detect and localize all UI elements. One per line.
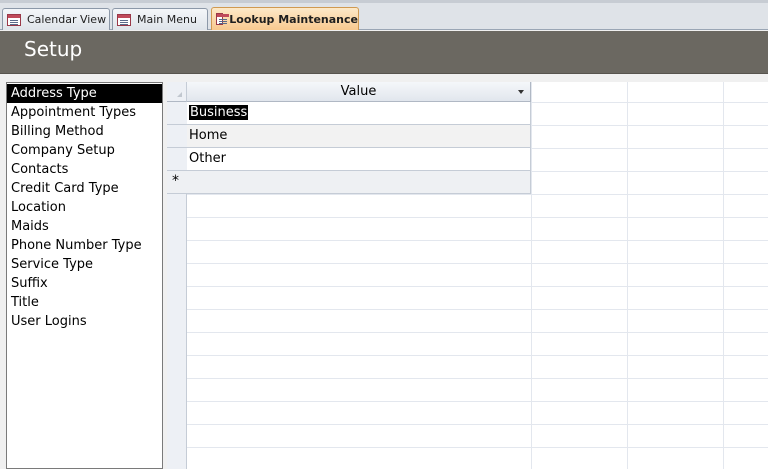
lookup-item-contacts[interactable]: Contacts [7,160,162,179]
grid-line [167,240,768,241]
value-cell[interactable]: Other [189,151,226,166]
lookup-item-user-logins[interactable]: User Logins [7,312,162,331]
grid-line [167,309,768,310]
tab-main-menu[interactable]: Main Menu [112,8,208,30]
select-all-corner[interactable] [167,82,187,102]
table-row[interactable]: Other [187,148,531,171]
lookup-item-maids[interactable]: Maids [7,217,162,236]
lookup-item-suffix[interactable]: Suffix [7,274,162,293]
grid-line [167,401,768,402]
page-title: Setup [24,37,83,61]
lookup-item-phone-number-type[interactable]: Phone Number Type [7,236,162,255]
tab-calendar-view[interactable]: Calendar View [2,8,110,30]
datasheet-grid[interactable]: Value Business Home Other * [167,82,768,469]
form-icon [216,13,230,25]
table-row[interactable]: Business [187,102,531,125]
grid-line [167,263,768,264]
lookup-item-service-type[interactable]: Service Type [7,255,162,274]
lookup-item-appointment-types[interactable]: Appointment Types [7,103,162,122]
grid-line [167,447,768,448]
lookup-item-title[interactable]: Title [7,293,162,312]
grid-line [167,332,768,333]
column-header-label: Value [340,84,377,99]
lookup-item-location[interactable]: Location [7,198,162,217]
form-icon [7,13,21,26]
record-selector[interactable] [167,102,187,125]
grid-line [167,355,768,356]
grid-line [167,378,768,379]
value-cell[interactable]: Business [189,105,249,120]
grid-line [167,424,768,425]
tab-label: Calendar View [27,13,107,26]
grid-line [723,82,724,469]
dropdown-arrow-icon[interactable] [518,90,524,94]
record-selector[interactable] [167,148,187,171]
value-cell[interactable]: Home [189,128,227,143]
form-header: Setup [0,31,768,74]
tab-label: Lookup Maintenance [229,12,358,26]
lookup-item-billing-method[interactable]: Billing Method [7,122,162,141]
lookup-list[interactable]: Address Type Appointment Types Billing M… [6,82,163,469]
document-tab-bar: Calendar View Main Menu Lookup Maintenan… [0,0,768,30]
grid-line [167,286,768,287]
grid-line [627,82,628,469]
grid-line [531,82,532,469]
form-icon [117,13,131,26]
grid-line [167,217,768,218]
record-selector[interactable] [167,125,187,148]
new-record-row[interactable]: * [167,171,531,194]
new-record-icon: * [172,173,179,189]
lookup-item-address-type[interactable]: Address Type [7,84,162,103]
grid-line [167,194,768,195]
tab-label: Main Menu [137,13,197,26]
table-row[interactable]: Home [187,125,531,148]
column-header-value[interactable]: Value [187,82,531,102]
lookup-item-company-setup[interactable]: Company Setup [7,141,162,160]
tab-lookup-maintenance[interactable]: Lookup Maintenance [211,7,359,30]
lookup-item-credit-card-type[interactable]: Credit Card Type [7,179,162,198]
